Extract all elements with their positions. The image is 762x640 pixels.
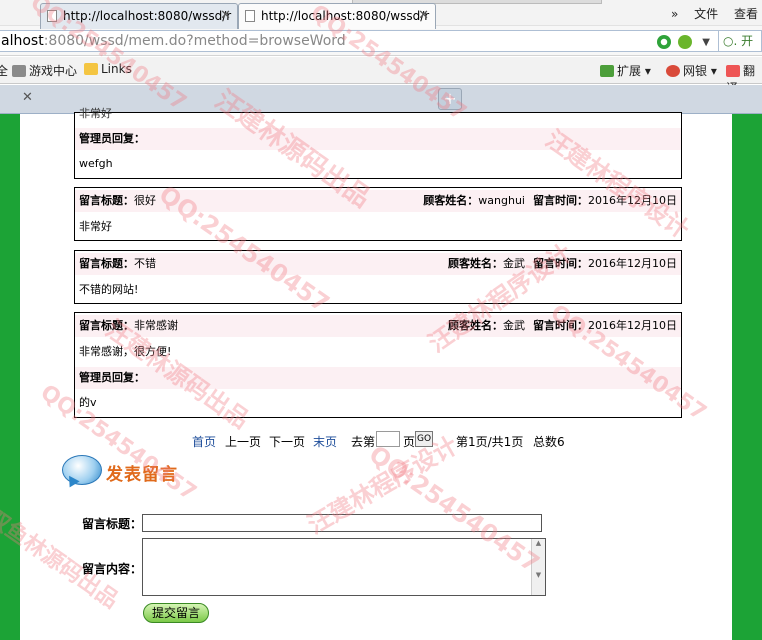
total-count: 总数6: [533, 435, 565, 449]
message-title: 不错: [134, 257, 156, 270]
message-content: 非常好: [79, 107, 112, 120]
extension-icon: [600, 65, 614, 77]
message-meta: 顾客姓名：金武 留言时间：2016年12月10日: [440, 315, 677, 337]
close-tab-icon[interactable]: ✕: [22, 90, 33, 105]
message-title: 非常感谢: [134, 319, 178, 332]
title-label: 留言标题：: [79, 257, 134, 270]
title-field-label: 留言标题：: [82, 517, 143, 531]
page-number-input[interactable]: [376, 431, 400, 447]
post-heading-text: 发表留言: [106, 465, 178, 485]
fav-item-all[interactable]: 全: [0, 62, 8, 79]
message-card: 留言标题：非常感谢 顾客姓名：金武 留言时间：2016年12月10日 非常感谢，很…: [74, 312, 682, 418]
search-placeholder: 开: [741, 34, 754, 48]
favorites-bar: 全 游戏中心 Links 扩展 ▾ 网银 ▾ 翻译: [0, 57, 762, 95]
post-message-heading: 发表留言: [58, 452, 188, 492]
search-engine-icon[interactable]: ○.: [723, 34, 737, 48]
message-title: 很好: [134, 194, 156, 207]
textarea-scrollbar[interactable]: ▲ ▼: [531, 539, 545, 595]
time-label: 留言时间：: [533, 319, 588, 332]
title-label: 留言标题：: [79, 194, 134, 207]
page-icon: [47, 10, 57, 22]
title-label: 留言标题：: [79, 319, 134, 332]
close-tab-icon[interactable]: ✕: [418, 4, 429, 28]
submit-message-button[interactable]: 提交留言: [143, 603, 209, 623]
message-meta: 顾客姓名：金武 留言时间：2016年12月10日: [440, 253, 677, 275]
pagination: 首页 上一页 下一页 末页 去第 页 GO 第1页/共1页 总数6: [0, 431, 762, 451]
translate-icon: [726, 65, 740, 77]
message-card: 留言标题：不错 顾客姓名：金武 留言时间：2016年12月10日 不错的网站!: [74, 250, 682, 304]
name-label: 顾客姓名：: [448, 319, 503, 332]
message-meta: 顾客姓名：wanghui 留言时间：2016年12月10日: [415, 190, 677, 212]
menu-file[interactable]: 文件: [694, 7, 718, 21]
search-input[interactable]: ○. 开: [718, 30, 762, 52]
message-content: 不错的网站!: [79, 283, 139, 296]
tab-2-active[interactable]: http://localhost:8080/wssd/r ✕: [238, 3, 436, 29]
content-textarea[interactable]: ▲ ▼: [142, 538, 546, 596]
folder-icon: [84, 63, 98, 75]
reply-content: wefgh: [79, 157, 113, 170]
message-header: 留言标题：很好 顾客姓名：wanghui 留言时间：2016年12月10日: [75, 190, 681, 212]
customer-name: 金武: [503, 257, 525, 270]
menu-right: » 文件 查看: [659, 5, 758, 22]
tab-1[interactable]: http://localhost:8080/wssd/r ✕: [40, 3, 238, 29]
page-border-right: [732, 114, 762, 640]
fav-item-links[interactable]: Links: [84, 62, 132, 76]
fav-item-extensions[interactable]: 扩展 ▾: [600, 62, 651, 79]
reply-label: 管理员回复：: [79, 132, 145, 145]
fav-label: Links: [101, 62, 132, 76]
gamepad-icon: [12, 65, 26, 77]
menu-view[interactable]: 查看: [734, 7, 758, 21]
customer-name: wanghui: [478, 194, 525, 207]
reply-label: 管理员回复：: [79, 371, 145, 384]
fav-label: 网银: [683, 64, 708, 78]
prev-page-link[interactable]: 上一页: [225, 433, 261, 450]
tab-label: http://localhost:8080/wssd/r: [63, 9, 232, 23]
message-content: 非常感谢，很方便!: [79, 345, 172, 358]
customer-name: 金武: [503, 319, 525, 332]
time-label: 留言时间：: [533, 194, 588, 207]
message-header: 留言标题：不错 顾客姓名：金武 留言时间：2016年12月10日: [75, 253, 681, 275]
tab-label: http://localhost:8080/wssd/r: [261, 9, 430, 23]
time-label: 留言时间：: [533, 257, 588, 270]
name-label: 顾客姓名：: [423, 194, 479, 207]
menu-more-button[interactable]: »: [671, 7, 678, 21]
message-card: 留言标题：很好 顾客姓名：wanghui 留言时间：2016年12月10日 非常好: [74, 187, 682, 241]
message-time: 2016年12月10日: [588, 319, 677, 332]
reply-label-row: 管理员回复：: [75, 128, 681, 150]
reply-label-row: 管理员回复：: [75, 367, 681, 389]
url-host: alhost: [1, 33, 44, 49]
address-bar: alhost:8080/wssd/mem.do?method=browseWor…: [0, 26, 762, 56]
message-time: 2016年12月10日: [588, 257, 677, 270]
url-path: :8080/wssd/mem.do?method=browseWord: [43, 33, 346, 49]
last-page-link[interactable]: 末页: [313, 433, 337, 450]
refresh-icon[interactable]: [656, 34, 671, 49]
next-page-link[interactable]: 下一页: [269, 433, 305, 450]
title-field[interactable]: [142, 514, 542, 532]
message-content: 非常好: [79, 220, 112, 233]
content-field-label: 留言内容：: [82, 562, 143, 576]
bank-icon: [666, 65, 680, 77]
message-card: 非常好 管理员回复： wefgh: [74, 107, 682, 179]
reply-content: 的v: [79, 396, 97, 409]
close-tab-icon[interactable]: ✕: [220, 4, 231, 28]
url-input[interactable]: alhost:8080/wssd/mem.do?method=browseWor…: [0, 30, 720, 52]
fav-label: 游戏中心: [29, 64, 78, 78]
fav-item-bank[interactable]: 网银 ▾: [666, 62, 717, 79]
first-page-link[interactable]: 首页: [192, 433, 216, 450]
page-info: 第1页/共1页: [456, 435, 524, 449]
go-button[interactable]: GO: [415, 431, 433, 447]
chevron-down-icon[interactable]: ▼: [702, 37, 710, 48]
message-header: 留言标题：非常感谢 顾客姓名：金武 留言时间：2016年12月10日: [75, 315, 681, 337]
page-icon: [245, 10, 255, 22]
page-unit-label: 页: [403, 435, 416, 449]
security-icon[interactable]: [678, 34, 693, 49]
goto-label: 去第: [351, 435, 376, 449]
message-time: 2016年12月10日: [588, 194, 677, 207]
fav-label: 全: [0, 64, 9, 78]
name-label: 顾客姓名：: [448, 257, 503, 270]
fav-item-games[interactable]: 游戏中心: [12, 62, 77, 79]
page-border-left: [0, 114, 20, 640]
fav-label: 扩展: [617, 64, 642, 78]
url-icons: ▼: [653, 34, 710, 49]
